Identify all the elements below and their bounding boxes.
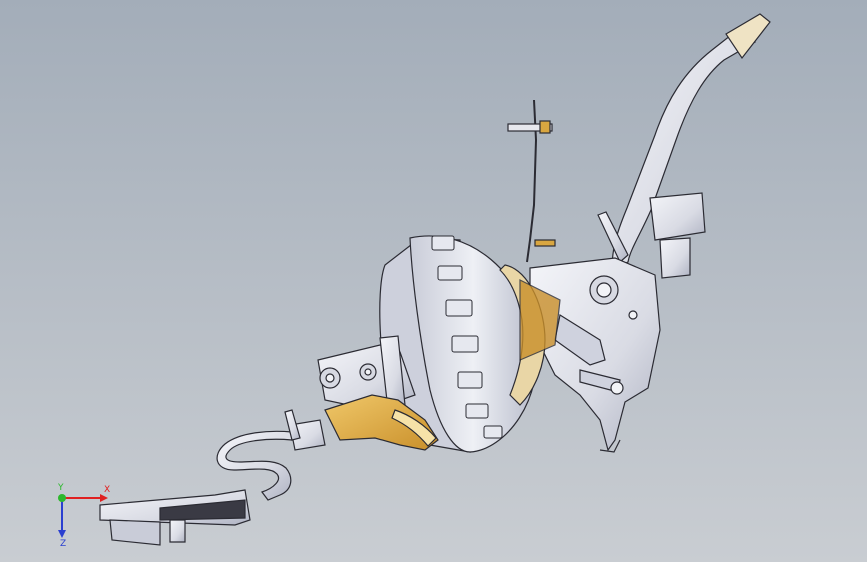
assembly-model[interactable]	[0, 0, 867, 562]
x-arrow-icon	[100, 494, 108, 502]
z-axis-label: Z	[60, 539, 66, 549]
pedal-bracket[interactable]	[529, 257, 661, 453]
orientation-triad: X Y Z	[57, 483, 110, 549]
mount-plate[interactable]	[99, 489, 251, 546]
graphics-viewport[interactable]: X Y Z	[0, 0, 867, 562]
pedal-arm[interactable]	[597, 13, 771, 279]
x-axis-label: X	[104, 485, 110, 495]
y-axis-label: Y	[57, 483, 64, 493]
mount-rod[interactable]	[507, 99, 556, 263]
z-arrow-icon	[58, 530, 66, 538]
brake-hose[interactable]	[216, 409, 326, 501]
y-axis-dot	[58, 494, 66, 502]
